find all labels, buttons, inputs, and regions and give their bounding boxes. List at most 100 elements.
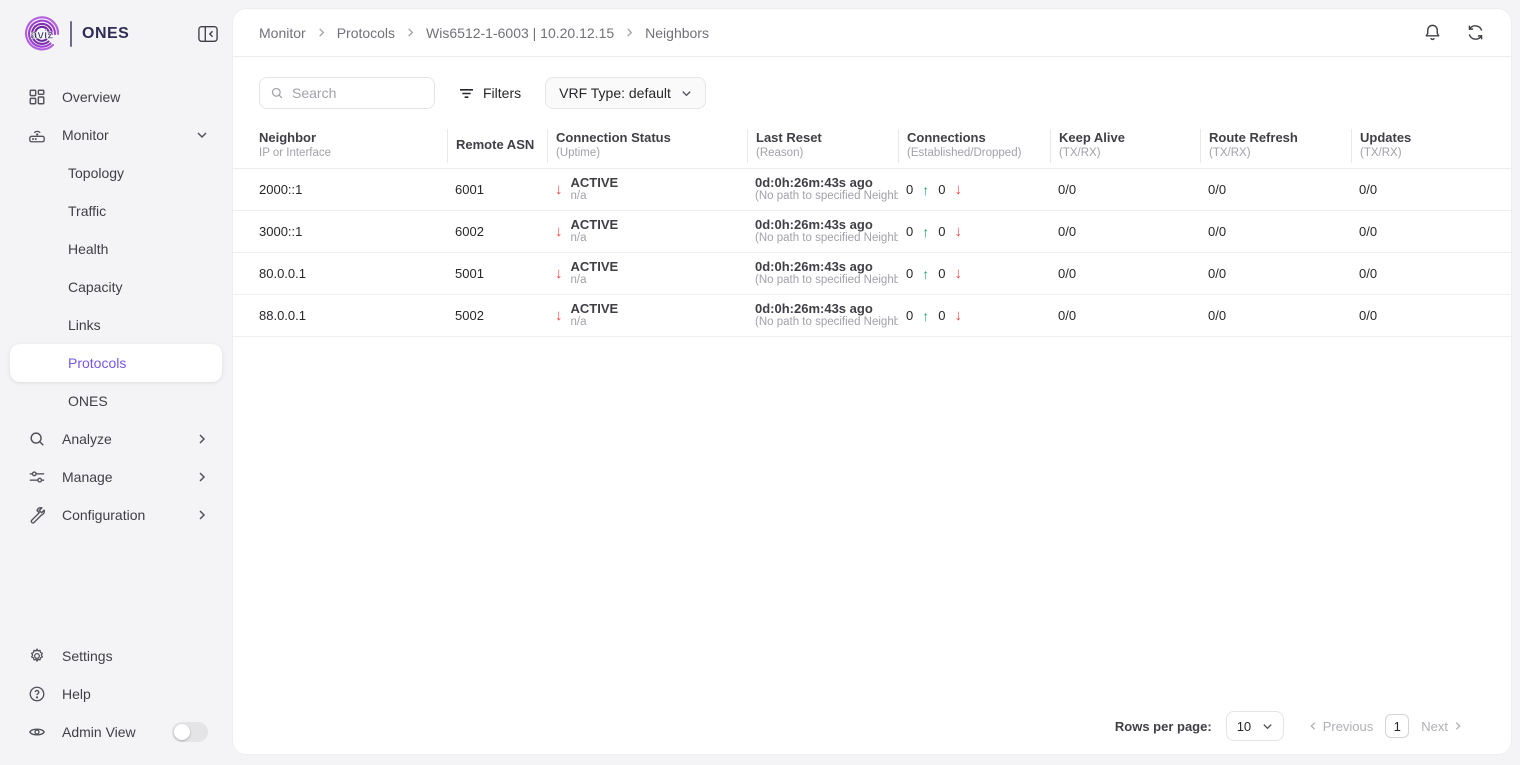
established-count: 0 [906, 308, 913, 323]
sidebar-item-label: Overview [62, 89, 120, 105]
established-count: 0 [906, 224, 913, 239]
admin-view-toggle[interactable] [172, 722, 208, 742]
cell-keep-alive: 0/0 [1050, 266, 1200, 281]
cell-remote-asn: 5001 [447, 266, 547, 281]
search-icon [270, 86, 284, 100]
sidebar-item-links[interactable]: Links [10, 306, 222, 344]
established-count: 0 [906, 182, 913, 197]
sidebar-item-capacity[interactable]: Capacity [10, 268, 222, 306]
aviz-logo-text: aviz [31, 28, 54, 42]
sidebar-item-label: Admin View [62, 724, 136, 740]
cell-route-refresh: 0/0 [1200, 182, 1351, 197]
next-page-button[interactable]: Next [1421, 719, 1463, 734]
table-row[interactable]: 3000::1 6002 ↓ ACTIVE n/a 0d:0h:26m:43s … [233, 211, 1511, 253]
cell-connection-status: ↓ ACTIVE n/a [547, 301, 747, 330]
cell-remote-asn: 6001 [447, 182, 547, 197]
sidebar-item-protocols[interactable]: Protocols [10, 344, 222, 382]
status-text: ACTIVE [571, 301, 619, 317]
table-row[interactable]: 88.0.0.1 5002 ↓ ACTIVE n/a 0d:0h:26m:43s… [233, 295, 1511, 337]
current-page-indicator[interactable]: 1 [1385, 714, 1409, 738]
notifications-bell-icon[interactable] [1423, 23, 1442, 42]
sidebar-item-overview[interactable]: Overview [10, 78, 222, 116]
cell-connection-status: ↓ ACTIVE n/a [547, 217, 747, 246]
previous-page-button[interactable]: Previous [1308, 719, 1374, 734]
next-label: Next [1421, 719, 1448, 734]
sidebar-item-topology[interactable]: Topology [10, 154, 222, 192]
column-header-neighbor: NeighborIP or Interface [259, 129, 447, 163]
cell-keep-alive: 0/0 [1050, 224, 1200, 239]
table-row[interactable]: 80.0.0.1 5001 ↓ ACTIVE n/a 0d:0h:26m:43s… [233, 253, 1511, 295]
breadcrumb: Monitor Protocols Wis6512-1-6003 | 10.20… [259, 25, 709, 41]
table-body: 2000::1 6001 ↓ ACTIVE n/a 0d:0h:26m:43s … [233, 169, 1511, 337]
column-header-last-reset: Last Reset(Reason) [747, 129, 898, 163]
down-arrow-icon: ↓ [954, 265, 962, 282]
rows-per-page-select[interactable]: 10 [1226, 711, 1284, 741]
cell-connections: 0 ↑ 0 ↓ [898, 223, 1050, 240]
cell-last-reset: 0d:0h:26m:43s ago (No path to specified … [747, 301, 898, 330]
chevron-right-icon [196, 471, 208, 483]
rows-per-page-value: 10 [1237, 719, 1251, 734]
dropped-count: 0 [938, 224, 945, 239]
cell-connection-status: ↓ ACTIVE n/a [547, 175, 747, 204]
refresh-icon[interactable] [1466, 23, 1485, 42]
chevron-down-icon [1262, 721, 1273, 732]
last-reset-reason: (No path to specified Neighb... [755, 232, 898, 246]
up-arrow-icon: ↑ [922, 266, 929, 282]
vrf-type-label: VRF Type: default [559, 85, 671, 101]
cell-neighbor: 2000::1 [259, 182, 447, 197]
cell-route-refresh: 0/0 [1200, 308, 1351, 323]
filters-button[interactable]: Filters [453, 85, 527, 101]
sidebar-item-label: Capacity [68, 279, 122, 295]
cell-updates: 0/0 [1351, 224, 1485, 239]
dropped-count: 0 [938, 308, 945, 323]
page-header: Monitor Protocols Wis6512-1-6003 | 10.20… [233, 9, 1511, 57]
gear-icon [28, 647, 46, 665]
sidebar-item-label: Configuration [62, 507, 145, 523]
brand-divider [70, 21, 72, 47]
cell-keep-alive: 0/0 [1050, 182, 1200, 197]
cell-updates: 0/0 [1351, 308, 1485, 323]
rows-per-page-label: Rows per page: [1115, 719, 1212, 734]
sidebar-item-admin-view[interactable]: Admin View [10, 713, 222, 751]
sidebar-item-label: Protocols [68, 355, 126, 371]
pagination-bar: Rows per page: 10 Previous 1 Next [233, 704, 1511, 754]
dropped-count: 0 [938, 182, 945, 197]
breadcrumb-monitor[interactable]: Monitor [259, 25, 306, 41]
status-down-arrow-icon: ↓ [555, 265, 563, 282]
cell-neighbor: 3000::1 [259, 224, 447, 239]
sidebar-item-configuration[interactable]: Configuration [10, 496, 222, 534]
cell-connections: 0 ↑ 0 ↓ [898, 265, 1050, 282]
last-reset-time: 0d:0h:26m:43s ago [755, 217, 898, 233]
breadcrumb-protocols[interactable]: Protocols [337, 25, 395, 41]
filters-label: Filters [483, 85, 521, 101]
sidebar-item-label: Settings [62, 648, 113, 664]
sidebar-item-health[interactable]: Health [10, 230, 222, 268]
chevron-right-icon [196, 433, 208, 445]
sidebar-item-monitor[interactable]: Monitor [10, 116, 222, 154]
sidebar-item-analyze[interactable]: Analyze [10, 420, 222, 458]
table-row[interactable]: 2000::1 6001 ↓ ACTIVE n/a 0d:0h:26m:43s … [233, 169, 1511, 211]
breadcrumb-device[interactable]: Wis6512-1-6003 | 10.20.12.15 [426, 25, 614, 41]
search-input[interactable] [292, 85, 424, 101]
sidebar-item-label: Monitor [62, 127, 109, 143]
last-reset-reason: (No path to specified Neighb... [755, 190, 898, 204]
sidebar-item-traffic[interactable]: Traffic [10, 192, 222, 230]
collapse-sidebar-icon[interactable] [198, 25, 218, 43]
sidebar-item-ones[interactable]: ONES [10, 382, 222, 420]
column-header-connection-status: Connection Status(Uptime) [547, 129, 747, 163]
sidebar-item-help[interactable]: Help [10, 675, 222, 713]
table-toolbar: Filters VRF Type: default [233, 57, 1511, 123]
filter-icon [459, 87, 474, 100]
sidebar-item-settings[interactable]: Settings [10, 637, 222, 675]
sidebar: aviz ONES Overview [0, 0, 232, 765]
up-arrow-icon: ↑ [922, 308, 929, 324]
vrf-type-select[interactable]: VRF Type: default [545, 77, 706, 109]
cell-connections: 0 ↑ 0 ↓ [898, 181, 1050, 198]
cell-updates: 0/0 [1351, 266, 1485, 281]
cell-neighbor: 88.0.0.1 [259, 308, 447, 323]
sidebar-item-manage[interactable]: Manage [10, 458, 222, 496]
breadcrumb-neighbors[interactable]: Neighbors [645, 25, 709, 41]
dashboard-grid-icon [28, 88, 46, 106]
status-down-arrow-icon: ↓ [555, 307, 563, 324]
last-reset-time: 0d:0h:26m:43s ago [755, 301, 898, 317]
